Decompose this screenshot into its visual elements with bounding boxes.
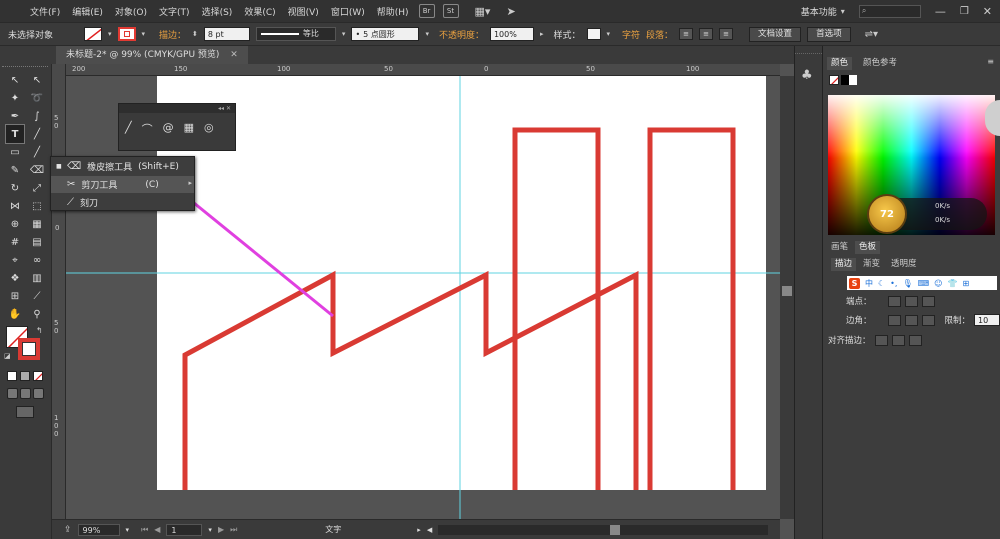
tearoff-arrow-icon[interactable]: ▸ xyxy=(188,179,192,187)
chevron-down-icon[interactable]: ▾ xyxy=(208,526,212,534)
ime-mode-label[interactable]: 中 xyxy=(865,278,873,289)
flyout-item-scissors[interactable]: ✂ 剪刀工具 (C) xyxy=(51,176,194,193)
flyout-item-label: 刻刀 xyxy=(80,199,99,209)
microphone-icon[interactable]: 🎙 xyxy=(902,279,912,288)
projecting-cap-button[interactable] xyxy=(921,295,935,307)
flyout-item-shortcut: (Shift+E) xyxy=(138,161,179,172)
last-artboard-icon[interactable]: ⏭ xyxy=(230,525,237,535)
tab-gradient[interactable]: 渐变 xyxy=(859,258,884,271)
flyout-item-label: 橡皮擦工具 xyxy=(87,163,133,173)
club-symbols-icon[interactable]: ♣ xyxy=(801,68,813,83)
limit-label: 限制： xyxy=(944,316,971,326)
flyout-item-knife[interactable]: ⟋ 刻刀 xyxy=(51,194,194,211)
tab-color[interactable]: 颜色 xyxy=(827,57,853,70)
mascot-badge-icon: 72 xyxy=(867,194,907,234)
chevron-right-icon[interactable]: ▸ xyxy=(417,526,421,534)
bevel-join-button[interactable] xyxy=(921,314,935,326)
tab-transparency[interactable]: 透明度 xyxy=(887,258,921,271)
arc-tool-icon[interactable]: ⌒ xyxy=(142,121,153,137)
knife-icon: ⟋ xyxy=(67,197,74,208)
round-join-button[interactable] xyxy=(904,314,918,326)
previous-artboard-icon[interactable]: ◀ xyxy=(154,525,160,534)
rectangular-grid-tool-icon[interactable]: ▦ xyxy=(184,121,194,137)
grid-icon[interactable]: ⊞ xyxy=(962,279,969,288)
user-icon[interactable]: ☺ xyxy=(934,279,942,288)
chevron-down-icon[interactable]: ▾ xyxy=(126,526,130,534)
status-bar: ⇪ 99% ▾ ⏮ ◀ 1 ▾ ▶ ⏭ 文字 ▸ ◀ xyxy=(52,519,780,539)
collapsed-panels-strip: ♣ xyxy=(794,46,822,539)
align-stroke-label: 对齐描边： xyxy=(828,336,871,346)
none-slash-icon xyxy=(831,77,838,84)
white-swatch[interactable] xyxy=(849,75,857,85)
first-artboard-icon[interactable]: ⏮ xyxy=(141,525,148,535)
flyout-item-shortcut: (C) xyxy=(145,179,159,190)
eraser-tools-flyout: ■ ⌫ 橡皮擦工具 (Shift+E) ✂ 剪刀工具 (C) ⟋ 刻刀 ▸ xyxy=(50,156,195,211)
align-center-stroke-button[interactable] xyxy=(874,334,888,346)
pen-tools-tearoff-panel: ◂◂ ✕ ╱ ⌒ @ ▦ ◎ xyxy=(118,103,236,151)
align-outside-stroke-button[interactable] xyxy=(908,334,922,346)
right-panel-dock: 颜色 颜色参考 ≡ 0K/s 0K/s 72 画笔 色板 描边 渐变 透明度 S… xyxy=(822,46,1000,539)
scroll-left-icon[interactable]: ◀ xyxy=(427,526,432,534)
spiral-tool-icon[interactable]: @ xyxy=(163,121,174,137)
keyboard-icon[interactable]: ⌨ xyxy=(918,279,930,288)
tab-color-guide[interactable]: 颜色参考 xyxy=(859,57,901,70)
next-artboard-icon[interactable]: ▶ xyxy=(218,525,224,534)
butt-cap-button[interactable] xyxy=(887,295,901,307)
current-tool-label: 文字 xyxy=(325,525,342,534)
miter-join-button[interactable] xyxy=(887,314,901,326)
flyout-item-eraser[interactable]: ■ ⌫ 橡皮擦工具 (Shift+E) xyxy=(51,158,194,175)
share-icon[interactable]: ⇪ xyxy=(64,525,72,535)
none-color-icon[interactable] xyxy=(829,75,839,85)
selected-marker-icon: ■ xyxy=(56,163,62,170)
panel-header[interactable]: ◂◂ ✕ xyxy=(119,104,235,113)
eraser-icon: ⌫ xyxy=(67,161,82,172)
tab-stroke[interactable]: 描边 xyxy=(831,258,857,271)
scissors-icon: ✂ xyxy=(67,179,76,190)
ime-toolbar: S 中 ☾ •, 🎙 ⌨ ☺ 👕 ⊞ xyxy=(847,276,997,290)
chimney-right-path[interactable] xyxy=(647,127,736,490)
speed-upload: 0K/s xyxy=(935,202,951,210)
corner-label: 边角： xyxy=(846,316,872,326)
cap-label: 端点： xyxy=(846,297,872,307)
zoom-input[interactable]: 99% xyxy=(77,523,120,536)
annotation-arrow xyxy=(177,188,334,318)
stroke-cap-row: 端点： xyxy=(846,295,935,307)
artboard-number-input[interactable]: 1 xyxy=(166,523,203,536)
panel-grip[interactable] xyxy=(795,46,822,54)
badge-number: 72 xyxy=(880,208,894,220)
skin-icon[interactable]: 👕 xyxy=(947,279,957,288)
stroke-corner-row: 边角： 限制： 10 x xyxy=(846,314,1000,326)
flyout-item-label: 剪刀工具 xyxy=(81,181,118,191)
tab-swatches[interactable]: 色板 xyxy=(855,241,881,254)
horizontal-scrollbar[interactable] xyxy=(438,524,769,535)
horizontal-scroll-thumb[interactable] xyxy=(610,524,621,535)
moon-icon[interactable]: ☾ xyxy=(878,279,885,288)
tab-brushes[interactable]: 画笔 xyxy=(827,241,852,254)
line-segment-tool-icon[interactable]: ╱ xyxy=(125,121,132,137)
factory-outline-path[interactable] xyxy=(182,270,639,490)
stroke-align-row: 对齐描边： xyxy=(828,334,922,346)
speed-download: 0K/s xyxy=(935,216,951,224)
align-inside-stroke-button[interactable] xyxy=(891,334,905,346)
miter-limit-input[interactable]: 10 xyxy=(974,314,1000,326)
round-cap-button[interactable] xyxy=(904,295,918,307)
chimney-left-path[interactable] xyxy=(512,127,601,490)
punctuation-icon[interactable]: •, xyxy=(890,279,897,288)
ime-logo-icon[interactable]: S xyxy=(849,277,860,289)
vertical-scroll-thumb[interactable] xyxy=(782,286,792,296)
vertical-scrollbar[interactable] xyxy=(780,76,794,519)
polar-grid-tool-icon[interactable]: ◎ xyxy=(204,121,214,137)
panel-menu-icon[interactable]: ≡ xyxy=(987,57,994,66)
black-swatch[interactable] xyxy=(841,75,849,85)
